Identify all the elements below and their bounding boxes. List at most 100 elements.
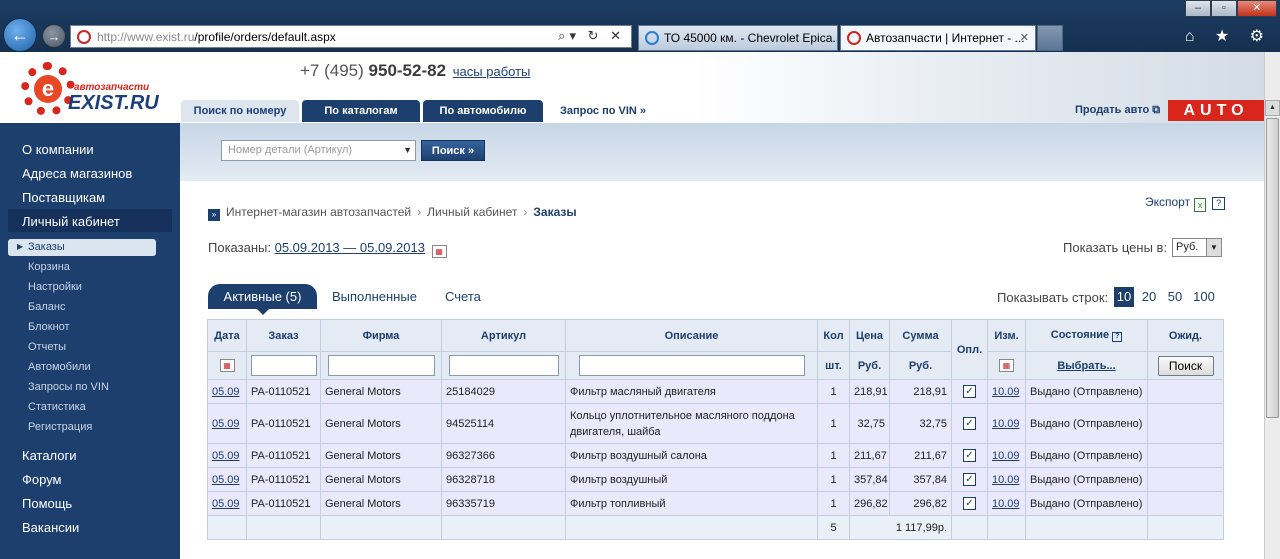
cell-date[interactable]: 05.09 [207, 403, 247, 444]
sidebar-item-cars[interactable]: Автомобили [28, 361, 91, 373]
cell-date[interactable]: 05.09 [207, 467, 247, 492]
filter-search-button[interactable]: Поиск [1157, 355, 1214, 376]
paid-checkbox[interactable]: ✓ [963, 449, 976, 462]
table-row[interactable]: 05.09 PA-0110521 General Motors 25184029… [207, 379, 1224, 404]
chevron-down-icon[interactable]: ▼ [403, 141, 412, 160]
firm-filter-input[interactable] [327, 355, 435, 376]
col-sum[interactable]: Сумма [889, 319, 952, 352]
cell-changed[interactable]: 10.09 [987, 491, 1026, 516]
table-row[interactable]: 05.09 PA-0110521 General Motors 96335719… [207, 491, 1224, 516]
description-filter-input[interactable] [578, 355, 805, 376]
order-filter-input[interactable] [250, 355, 317, 376]
sidebar-item-vacancies[interactable]: Вакансии [22, 520, 79, 535]
rows-option-50[interactable]: 50 [1165, 287, 1185, 307]
help-icon[interactable]: ? [1212, 197, 1226, 210]
tab-by-catalogs[interactable]: По каталогам [302, 100, 420, 122]
part-search-button[interactable]: Поиск » [421, 140, 485, 161]
sidebar-item-statistics[interactable]: Статистика [28, 401, 86, 413]
tab-search-by-number[interactable]: Поиск по номеру [181, 100, 299, 122]
col-expected[interactable]: Ожид. [1147, 319, 1224, 352]
cell-changed[interactable]: 10.09 [987, 403, 1026, 444]
sidebar-item-vin-requests[interactable]: Запросы по VIN [28, 381, 109, 393]
sidebar-item-settings[interactable]: Настройки [28, 281, 82, 293]
sidebar-item-forum[interactable]: Форум [22, 472, 62, 487]
paid-checkbox[interactable]: ✓ [963, 417, 976, 430]
sidebar-item-reports[interactable]: Отчеты [28, 341, 66, 353]
sidebar-item-registration[interactable]: Регистрация [28, 421, 92, 433]
chevron-down-icon[interactable]: ▼ [1206, 239, 1221, 256]
calendar-icon[interactable]: ▦ [999, 359, 1014, 372]
currency-select[interactable]: Руб. ▼ [1172, 238, 1222, 257]
address-tools-icons[interactable]: ⌕▾ ↻ ✕ [558, 28, 625, 44]
minimize-icon[interactable]: ‒ [1185, 0, 1211, 17]
exist-logo[interactable]: e автозапчасти EXIST.RU [18, 60, 166, 120]
export-label[interactable]: Экспорт [1145, 195, 1190, 209]
forward-arrow-icon[interactable]: → [42, 24, 66, 48]
tab-active-orders[interactable]: Активные (5) [208, 284, 317, 309]
help-icon[interactable]: ? [1112, 332, 1123, 342]
scroll-up-arrow-icon[interactable]: ▲ [1265, 100, 1280, 116]
work-hours-link[interactable]: часы работы [453, 64, 531, 79]
excel-icon[interactable]: x [1194, 198, 1207, 212]
page-scrollbar[interactable]: ▲ [1264, 52, 1280, 559]
col-qty[interactable]: Кол [817, 319, 850, 352]
browser-tool-icons[interactable]: ⌂ ★ ⚙ [1185, 26, 1272, 46]
col-paid[interactable]: Опл. [951, 319, 988, 380]
sidebar-item-about[interactable]: О компании [22, 142, 94, 157]
col-status[interactable]: Состояние ? [1025, 319, 1148, 352]
status-select-link[interactable]: Выбрать... [1025, 351, 1148, 380]
breadcrumb-shop[interactable]: Интернет-магазин автозапчастей [226, 205, 411, 219]
sidebar-item-orders[interactable]: Заказы [28, 241, 65, 253]
cell-changed[interactable]: 10.09 [987, 467, 1026, 492]
col-article[interactable]: Артикул [441, 319, 566, 352]
close-window-icon[interactable]: ✕ [1236, 0, 1277, 17]
tab-by-car[interactable]: По автомобилю [423, 100, 543, 122]
sidebar-item-help[interactable]: Помощь [22, 496, 72, 511]
sell-auto-link[interactable]: Продать авто ⧉ [1075, 104, 1160, 117]
sidebar-item-cabinet[interactable]: Личный кабинет [22, 214, 120, 229]
part-number-input[interactable]: Номер детали (Артикул) ▼ [221, 140, 416, 161]
cell-date[interactable]: 05.09 [207, 491, 247, 516]
sidebar-item-balance[interactable]: Баланс [28, 301, 65, 313]
breadcrumb-cabinet[interactable]: Личный кабинет [427, 205, 517, 219]
rows-option-10[interactable]: 10 [1114, 287, 1134, 307]
calendar-icon[interactable]: ▦ [219, 359, 235, 372]
paid-checkbox[interactable]: ✓ [963, 473, 976, 486]
col-order[interactable]: Заказ [246, 319, 321, 352]
table-row[interactable]: 05.09 PA-0110521 General Motors 94525114… [207, 403, 1224, 444]
paid-checkbox[interactable]: ✓ [963, 385, 976, 398]
cell-date[interactable]: 05.09 [207, 379, 247, 404]
browser-tab-1[interactable]: ТО 45000 км. - Chevrolet Epica... [638, 25, 838, 51]
col-price[interactable]: Цена [849, 319, 890, 352]
sidebar-item-catalogs[interactable]: Каталоги [22, 448, 77, 463]
table-row[interactable]: 05.09 PA-0110521 General Motors 96328718… [207, 467, 1224, 492]
scroll-thumb[interactable] [1266, 118, 1279, 418]
date-range-link[interactable]: 05.09.2013 — 05.09.2013 [275, 240, 425, 255]
col-date[interactable]: Дата [207, 319, 247, 352]
cell-date[interactable]: 05.09 [207, 443, 247, 468]
col-description[interactable]: Описание [565, 319, 818, 352]
tab-invoices[interactable]: Счета [445, 284, 481, 309]
back-arrow-icon[interactable]: ← [3, 18, 37, 52]
maximize-icon[interactable]: ▫ [1210, 0, 1237, 17]
tab-close-icon[interactable]: ✕ [1020, 31, 1029, 44]
col-firm[interactable]: Фирма [320, 319, 442, 352]
sidebar-item-stores[interactable]: Адреса магазинов [22, 166, 132, 181]
browser-tab-2[interactable]: Автозапчасти | Интернет - ... ✕ [840, 25, 1036, 51]
rows-option-100[interactable]: 100 [1191, 287, 1217, 307]
tab-vin-request[interactable]: Запрос по VIN » [548, 100, 658, 122]
article-filter-input[interactable] [448, 355, 559, 376]
cell-changed[interactable]: 10.09 [987, 443, 1026, 468]
sidebar-item-cart[interactable]: Корзина [28, 261, 70, 273]
auto-banner[interactable]: AUTO [1168, 100, 1264, 121]
export-link[interactable]: Экспорт x? [1145, 195, 1226, 212]
sidebar-item-suppliers[interactable]: Поставщикам [22, 190, 105, 205]
address-bar[interactable]: http://www.exist.ru/profile/orders/defau… [70, 25, 632, 48]
tab-completed-orders[interactable]: Выполненные [332, 284, 417, 309]
sidebar-item-notebook[interactable]: Блокнот [28, 321, 70, 333]
col-changed[interactable]: Изм. [987, 319, 1026, 352]
rows-option-20[interactable]: 20 [1139, 287, 1159, 307]
paid-checkbox[interactable]: ✓ [963, 497, 976, 510]
new-tab-button[interactable] [1037, 25, 1063, 51]
table-row[interactable]: 05.09 PA-0110521 General Motors 96327366… [207, 443, 1224, 468]
